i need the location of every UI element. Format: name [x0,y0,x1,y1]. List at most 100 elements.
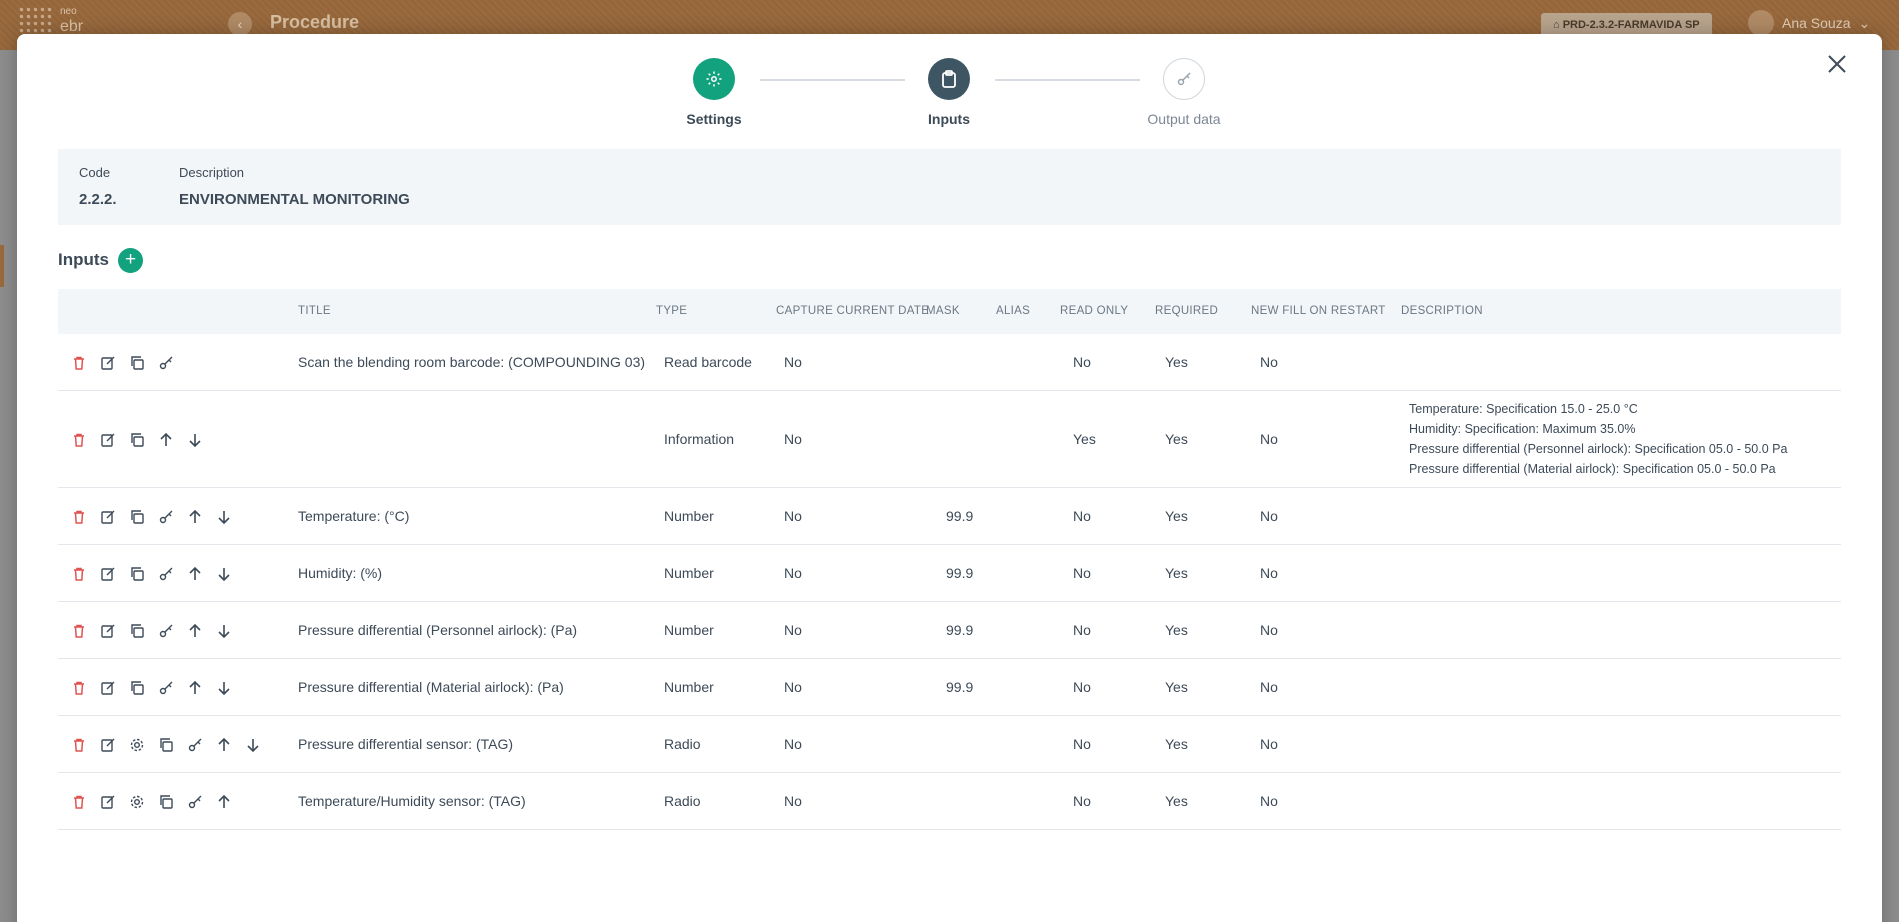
table-row[interactable]: Pressure differential (Personnel airlock… [58,602,1841,659]
edit-button[interactable] [99,354,117,372]
duplicate-button[interactable] [157,736,175,754]
edit-button[interactable] [99,565,117,583]
copy-icon [131,623,144,638]
delete-button[interactable] [70,354,88,372]
add-input-button[interactable]: + [118,248,143,273]
edit-button[interactable] [99,679,117,697]
column-header-new-fill[interactable]: NEW FILL ON RESTART [1251,305,1386,317]
step-output-label: Output data [1147,111,1221,127]
row-new-fill: No [1260,735,1278,752]
move-up-button[interactable] [186,508,204,526]
row-type: Information [664,430,735,447]
page-title: Procedure [270,12,360,32]
table-row[interactable]: Scan the blending room barcode: (COMPOUN… [58,334,1841,391]
duplicate-button[interactable] [128,354,146,372]
output-key-button[interactable] [157,622,175,640]
back-button[interactable]: ‹ [228,12,252,36]
table-row[interactable]: Pressure differential (Material airlock)… [58,659,1841,716]
step-inputs[interactable]: Inputs [889,58,1009,127]
move-down-button[interactable] [215,679,233,697]
column-header-capture-date[interactable]: CAPTURE CURRENT DATE [776,305,929,317]
move-down-button[interactable] [215,622,233,640]
move-up-button[interactable] [186,679,204,697]
row-required: Yes [1165,430,1188,447]
row-read-only: No [1073,792,1091,809]
delete-button[interactable] [70,622,88,640]
delete-button[interactable] [70,431,88,449]
table-row[interactable]: Temperature/Humidity sensor: (TAG) Radio N… [58,773,1841,830]
edit-icon [101,681,115,695]
key-icon [159,567,173,580]
output-key-button[interactable] [157,679,175,697]
row-title: Temperature: (°C) [298,507,410,524]
column-header-mask[interactable]: MASK [926,305,960,317]
row-actions [70,431,204,449]
arrow-up-icon [160,432,172,446]
delete-button[interactable] [70,508,88,526]
output-key-button[interactable] [157,508,175,526]
duplicate-button[interactable] [157,793,175,811]
row-new-fill: No [1260,792,1278,809]
gear-icon [130,738,144,751]
column-header-alias[interactable]: ALIAS [996,305,1030,317]
table-row[interactable]: Pressure differential sensor: (TAG) Radio… [58,716,1841,773]
column-header-type[interactable]: TYPE [656,305,687,317]
edit-button[interactable] [99,508,117,526]
sidebar-active-marker [0,245,4,287]
row-read-only: No [1073,564,1091,581]
row-capture-date: No [784,792,802,809]
move-up-button[interactable] [157,431,175,449]
delete-button[interactable] [70,679,88,697]
row-read-only: No [1073,621,1091,638]
row-type: Number [664,507,714,524]
duplicate-button[interactable] [128,431,146,449]
row-actions [70,736,262,754]
move-down-button[interactable] [186,431,204,449]
row-required: Yes [1165,507,1188,524]
output-key-button[interactable] [186,736,204,754]
inputs-table: TITLE TYPE CAPTURE CURRENT DATE MASK ALI… [58,289,1841,830]
duplicate-button[interactable] [128,622,146,640]
delete-button[interactable] [70,565,88,583]
key-icon [159,681,173,694]
edit-button[interactable] [99,431,117,449]
move-up-button[interactable] [215,736,233,754]
gear-icon [130,795,144,808]
edit-button[interactable] [99,622,117,640]
input-editor-modal: Settings Inputs Output data Code 2.2.2. … [17,34,1882,922]
output-key-button[interactable] [157,565,175,583]
move-up-button[interactable] [215,793,233,811]
step-settings[interactable]: Settings [654,58,774,127]
row-required: Yes [1165,564,1188,581]
step-output-data[interactable]: Output data [1124,58,1244,127]
move-up-button[interactable] [186,622,204,640]
settings-button[interactable] [128,793,146,811]
app-logo[interactable]: neo ebr [18,4,88,35]
table-row[interactable]: Information No Yes Yes No Temperature: Specif… [58,391,1841,488]
move-down-button[interactable] [215,565,233,583]
table-row[interactable]: Temperature: (°C) Number No 99.9 No Yes No [58,488,1841,545]
duplicate-button[interactable] [128,508,146,526]
column-header-description[interactable]: DESCRIPTION [1401,305,1483,317]
user-menu[interactable]: Ana Souza ⌄ [1748,10,1870,36]
row-read-only: No [1073,678,1091,695]
delete-button[interactable] [70,736,88,754]
move-down-button[interactable] [244,736,262,754]
arrow-down-icon [218,624,230,638]
edit-button[interactable] [99,736,117,754]
delete-button[interactable] [70,793,88,811]
move-up-button[interactable] [186,565,204,583]
edit-button[interactable] [99,793,117,811]
output-key-button[interactable] [157,354,175,372]
column-header-required[interactable]: REQUIRED [1155,305,1218,317]
copy-icon [160,794,173,809]
duplicate-button[interactable] [128,679,146,697]
output-key-button[interactable] [186,793,204,811]
settings-button[interactable] [128,736,146,754]
step-inputs-circle [928,58,970,100]
duplicate-button[interactable] [128,565,146,583]
move-down-button[interactable] [215,508,233,526]
column-header-read-only[interactable]: READ ONLY [1060,305,1128,317]
table-row[interactable]: Humidity: (%) Number No 99.9 No Yes No [58,545,1841,602]
column-header-title[interactable]: TITLE [298,305,331,317]
